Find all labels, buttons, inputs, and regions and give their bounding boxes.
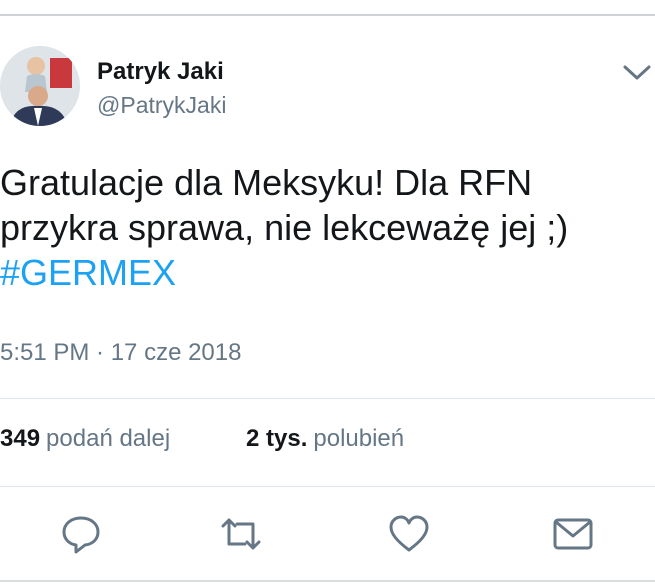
tweet-timestamp[interactable]: 5:51 PM · 17 cze 2018 — [0, 339, 241, 367]
divider — [0, 398, 655, 399]
likes-label: polubień — [313, 425, 405, 452]
tweet-text: Gratulacje dla Meksyku! Dla RFN przykra … — [0, 160, 650, 295]
tweet-menu-button[interactable] — [619, 58, 655, 88]
author-name[interactable]: Patryk Jaki — [97, 58, 224, 86]
avatar[interactable] — [0, 46, 80, 126]
retweet-icon — [221, 518, 261, 550]
direct-message-button[interactable] — [551, 512, 595, 556]
author-handle[interactable]: @PatrykJaki — [97, 92, 226, 119]
retweets-label: podań dalej — [46, 425, 171, 452]
retweets-count: 349 — [0, 425, 41, 452]
envelope-icon — [553, 518, 593, 550]
reply-icon — [62, 516, 100, 554]
like-button[interactable] — [387, 512, 431, 556]
divider — [0, 486, 655, 487]
tweet-text-line: przykra sprawa, nie lekceważę jej ;) — [0, 207, 569, 248]
top-divider — [0, 14, 655, 16]
bottom-divider — [0, 580, 655, 582]
tweet-stats: 349 podań dalej 2 tys. polubień — [0, 425, 404, 453]
tweet-text-line: Gratulacje dla Meksyku! Dla RFN — [0, 162, 533, 203]
chevron-down-icon — [623, 65, 651, 80]
likes-stat[interactable]: 2 tys. polubień — [246, 425, 404, 453]
likes-count: 2 tys. — [246, 425, 308, 452]
reply-button[interactable] — [59, 512, 103, 556]
retweet-button[interactable] — [219, 512, 263, 556]
avatar-image — [0, 46, 80, 126]
retweets-stat[interactable]: 349 podań dalej — [0, 425, 170, 453]
hashtag-link[interactable]: #GERMEX — [0, 250, 650, 295]
heart-icon — [389, 515, 429, 552]
